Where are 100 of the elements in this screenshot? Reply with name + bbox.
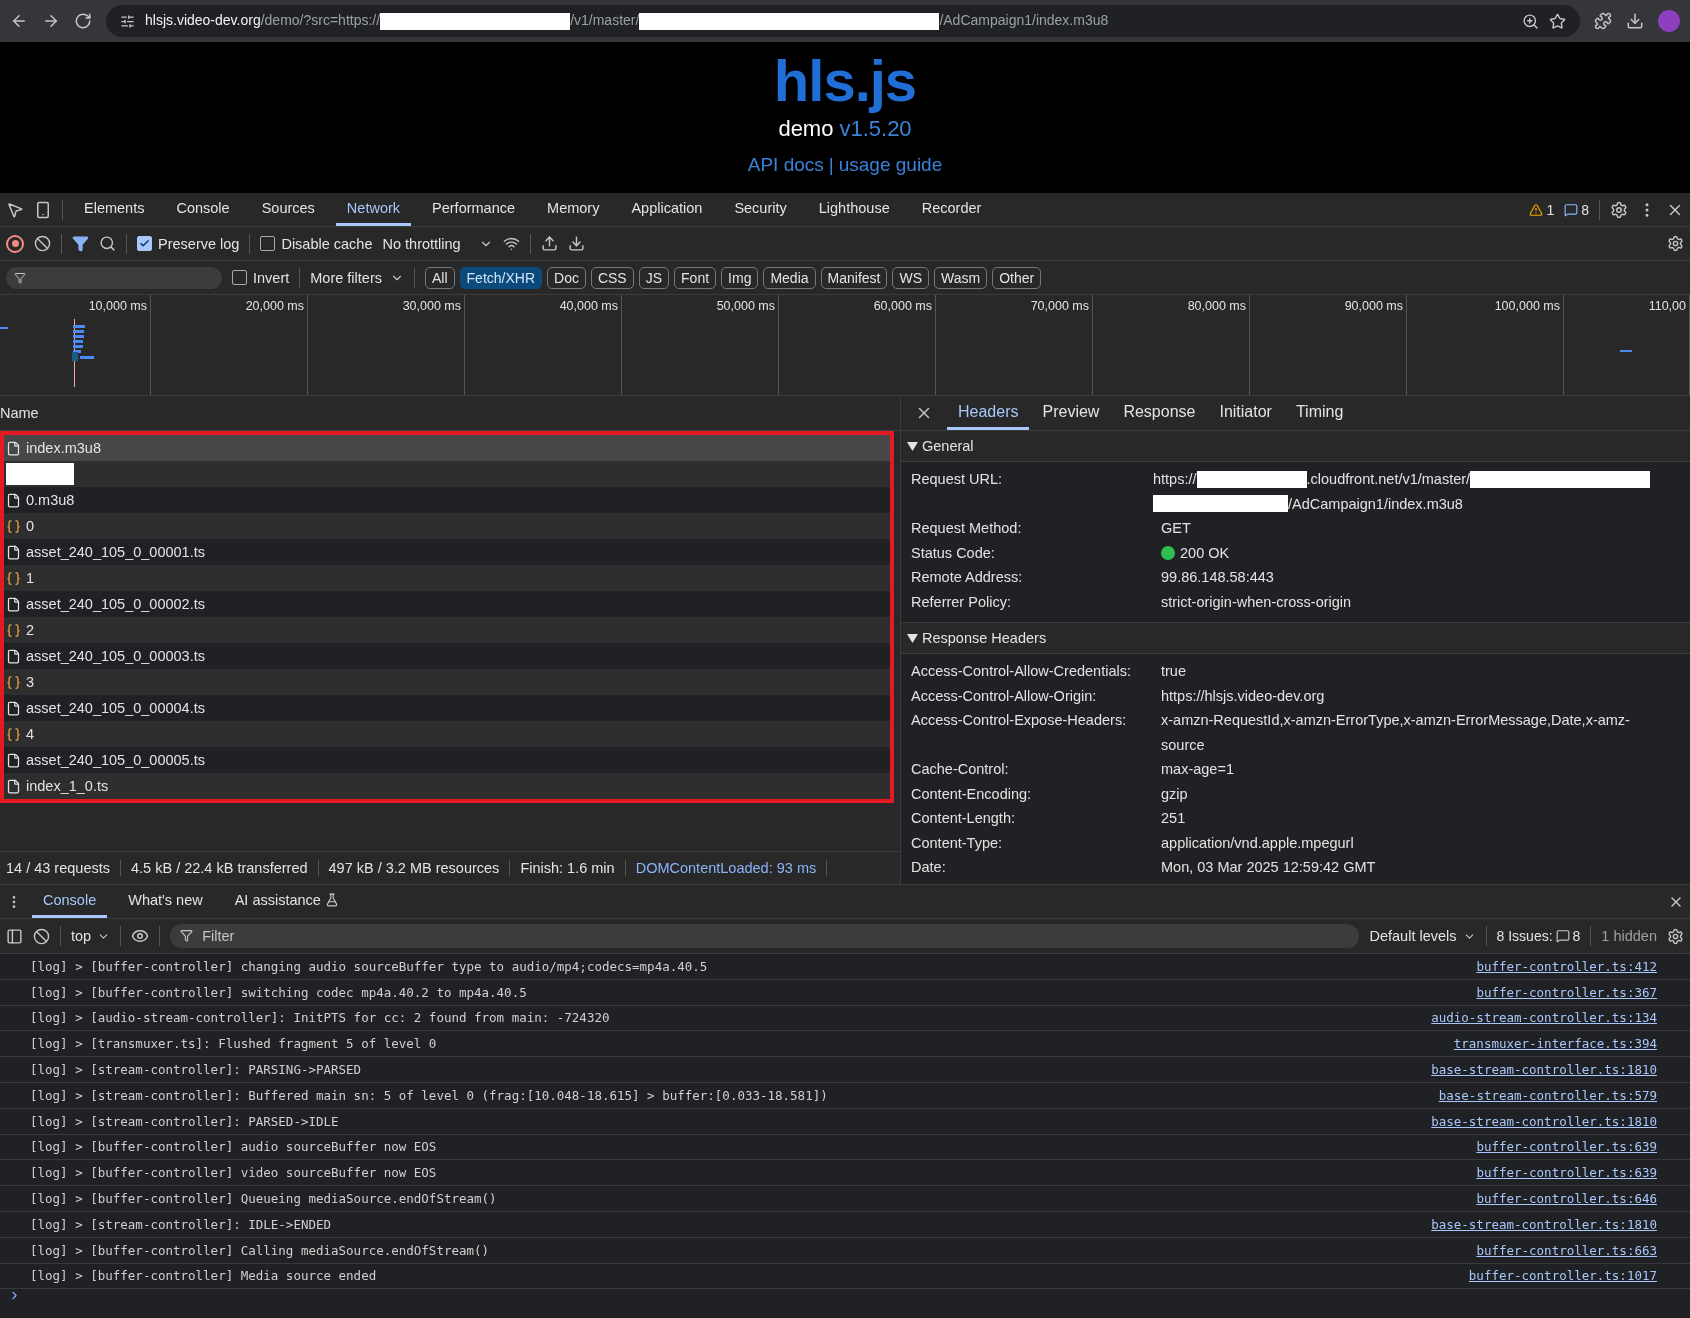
source-link[interactable]: buffer-controller.ts:1017 (1468, 1268, 1657, 1284)
devtools-tab[interactable]: Security (723, 193, 798, 226)
import-icon[interactable] (540, 235, 558, 252)
context-dropdown[interactable]: top (71, 928, 92, 944)
back-icon[interactable] (10, 12, 28, 30)
bookmark-star-icon[interactable] (1549, 12, 1566, 30)
filter-field[interactable] (6, 266, 222, 289)
source-link[interactable]: buffer-controller.ts:639 (1476, 1165, 1657, 1181)
source-link[interactable]: buffer-controller.ts:663 (1476, 1242, 1657, 1258)
clear-icon[interactable] (34, 235, 51, 252)
section-header[interactable]: General (901, 431, 1690, 462)
request-row[interactable]: 1 (4, 565, 890, 591)
name-column-header[interactable]: Name (0, 405, 39, 421)
type-filter-chip[interactable]: CSS (590, 266, 634, 289)
type-filter-chip[interactable]: WS (892, 266, 930, 289)
forward-icon[interactable] (42, 12, 60, 30)
devtools-tab[interactable]: Lighthouse (807, 193, 901, 226)
drawer-tab[interactable]: AI assistance (223, 885, 350, 918)
zoom-icon[interactable] (1522, 12, 1539, 30)
devtools-tab[interactable]: Performance (421, 193, 527, 226)
type-filter-chip[interactable]: Other (992, 266, 1042, 289)
issues-label[interactable]: 8 Issues: (1496, 928, 1553, 944)
record-icon[interactable] (6, 234, 24, 253)
export-icon[interactable] (567, 235, 585, 252)
details-tab[interactable]: Initiator (1208, 396, 1283, 430)
type-filter-chip[interactable]: Doc (547, 266, 586, 289)
console-settings-icon[interactable] (1667, 927, 1684, 945)
source-link[interactable]: base-stream-controller.ts:579 (1438, 1087, 1657, 1103)
source-link[interactable]: buffer-controller.ts:646 (1476, 1191, 1657, 1207)
issues-count[interactable]: 8 (1572, 928, 1581, 944)
source-link[interactable]: transmuxer-interface.ts:394 (1453, 1036, 1657, 1052)
request-row[interactable]: 0 (4, 513, 890, 539)
source-link[interactable]: base-stream-controller.ts:1810 (1431, 1062, 1657, 1078)
request-row[interactable]: index.m3u8 (4, 435, 890, 461)
type-filter-chip[interactable]: JS (638, 266, 670, 289)
request-row[interactable]: asset_240_105_0_00001.ts (4, 539, 890, 565)
request-row[interactable]: 0.m3u8 (4, 487, 890, 513)
type-filter-chip[interactable]: All (425, 266, 455, 289)
request-row[interactable]: asset_240_105_0_00003.ts (4, 643, 890, 669)
log-message: [log] > [stream-controller]: PARSED->IDLE (30, 1113, 339, 1129)
messages-badge[interactable]: 8 (1564, 201, 1589, 218)
type-filter-chip[interactable]: Font (674, 266, 717, 289)
throttling-dropdown[interactable]: No throttling (382, 235, 461, 252)
console-filter-field[interactable]: Filter (170, 924, 1360, 948)
type-filter-chip[interactable]: Fetch/XHR (459, 266, 542, 289)
device-toolbar-icon[interactable] (34, 200, 52, 219)
devtools-tab[interactable]: Application (620, 193, 714, 226)
timeline-tick-label: 100,000 ms (1494, 299, 1560, 315)
more-filters-dropdown[interactable]: More filters (310, 269, 382, 286)
usage-guide-link[interactable]: usage guide (838, 154, 943, 176)
drawer-tab[interactable]: What's new (117, 885, 214, 918)
filter-icon[interactable] (72, 235, 89, 252)
levels-dropdown[interactable]: Default levels (1369, 928, 1457, 944)
warnings-badge[interactable]: 1 (1529, 201, 1555, 218)
type-filter-chip[interactable]: Img (721, 266, 759, 289)
details-tab[interactable]: Timing (1284, 396, 1355, 430)
clear-console-icon[interactable] (33, 927, 50, 945)
request-row[interactable]: asset_240_105_0_00002.ts (4, 591, 890, 617)
type-filter-chip[interactable]: Manifest (820, 266, 888, 289)
preserve-log-checkbox[interactable] (137, 236, 152, 251)
source-link[interactable]: base-stream-controller.ts:1810 (1431, 1216, 1657, 1232)
invert-checkbox[interactable] (232, 270, 247, 285)
devtools-tab[interactable]: Recorder (910, 193, 993, 226)
sidebar-toggle-icon[interactable] (6, 927, 23, 945)
header-name: Request Method: (911, 519, 1023, 538)
disable-cache-checkbox[interactable] (260, 236, 276, 251)
source-link[interactable]: buffer-controller.ts:367 (1476, 984, 1657, 1000)
type-filter-chip[interactable]: Media (763, 266, 816, 289)
details-tab[interactable]: Response (1112, 396, 1207, 430)
request-row[interactable]: asset_240_105_0_00005.ts (4, 747, 890, 773)
details-tab[interactable]: Preview (1031, 396, 1111, 430)
settings-icon[interactable] (1610, 200, 1628, 219)
source-link[interactable]: buffer-controller.ts:412 (1476, 958, 1657, 974)
type-filter-chip[interactable]: Wasm (934, 266, 988, 289)
extensions-icon[interactable] (1594, 12, 1612, 30)
header-value: Mon, 03 Mar 2025 12:59:42 GMT (1161, 858, 1377, 877)
live-expression-icon[interactable] (131, 927, 150, 945)
source-link[interactable]: buffer-controller.ts:639 (1476, 1139, 1657, 1155)
source-link[interactable]: audio-stream-controller.ts:134 (1431, 1010, 1657, 1026)
request-row[interactable]: asset_240_105_0_00004.ts (4, 695, 890, 721)
download-icon[interactable] (1626, 12, 1644, 30)
network-settings-icon[interactable] (1667, 235, 1684, 252)
inspect-icon[interactable] (6, 200, 24, 219)
api-docs-link[interactable]: API docs (747, 154, 824, 176)
reload-icon[interactable] (74, 12, 92, 30)
request-row[interactable] (4, 461, 890, 487)
address-bar[interactable]: hlsjs.video-dev.org/demo/?src=https:// /v1/master/ /AdCampaign1/index.m3u8 (106, 5, 1580, 37)
network-conditions-icon[interactable] (502, 235, 520, 252)
request-row[interactable]: index_1_0.ts (4, 773, 890, 799)
devtools-tab[interactable]: Memory (536, 193, 611, 226)
devtools-tab[interactable]: Elements (73, 193, 156, 226)
request-row[interactable]: 3 (4, 669, 890, 695)
source-link[interactable]: base-stream-controller.ts:1810 (1431, 1113, 1657, 1129)
section-header[interactable]: Response Headers (901, 623, 1690, 654)
search-icon[interactable] (99, 235, 116, 252)
site-settings-icon[interactable] (120, 13, 135, 29)
devtools-tab[interactable]: Console (165, 193, 241, 226)
request-row[interactable]: 2 (4, 617, 890, 643)
request-row[interactable]: 4 (4, 721, 890, 747)
devtools-tab[interactable]: Sources (250, 193, 326, 226)
